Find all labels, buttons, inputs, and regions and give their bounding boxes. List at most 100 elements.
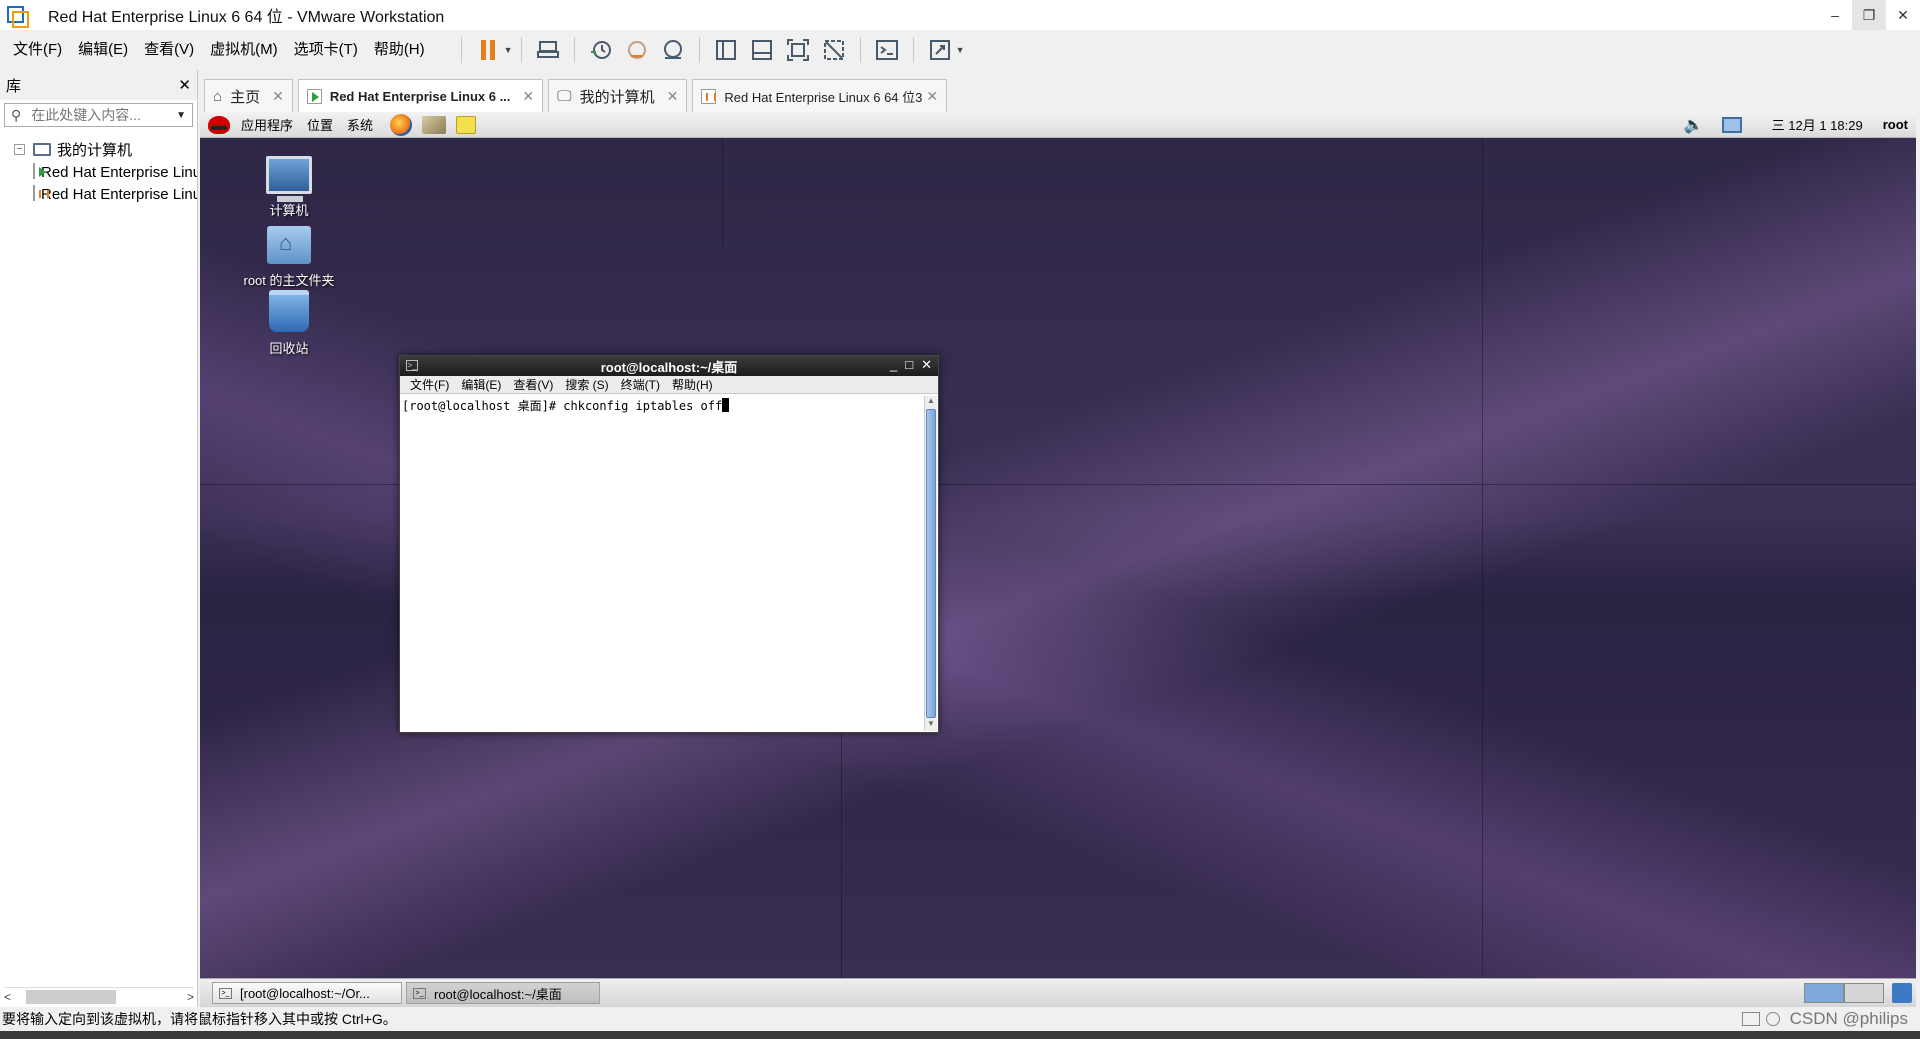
- desktop-icon-label: 计算机: [269, 203, 309, 218]
- tree-item-my-computer[interactable]: − 我的计算机: [0, 138, 197, 160]
- taskbar-window-label: root@localhost:~/桌面: [434, 986, 562, 1002]
- tab-label: 我的计算机: [579, 88, 655, 106]
- vm-paused-icon: [701, 88, 717, 104]
- tab-close-icon[interactable]: ✕: [926, 88, 938, 105]
- terminal-window[interactable]: >_ root@localhost:~/桌面 _ □ ✕ 文件(F) 编辑(E)…: [399, 355, 939, 733]
- terminal-maximize-button[interactable]: □: [905, 357, 913, 373]
- scroll-down-icon[interactable]: ▼: [925, 719, 937, 731]
- send-ctrl-alt-del-button[interactable]: [533, 35, 563, 65]
- close-button[interactable]: ✕: [1886, 0, 1920, 30]
- redhat-logo-icon[interactable]: [208, 115, 230, 134]
- trash-applet-icon[interactable]: [1892, 983, 1912, 1003]
- library-close-icon[interactable]: ✕: [178, 76, 191, 94]
- search-dropdown-icon[interactable]: ▼: [176, 110, 186, 121]
- guest-desktop[interactable]: 计算机 root 的主文件夹 回收站 >_ root@localhost:~/桌…: [200, 138, 1916, 978]
- workspace-switcher[interactable]: [1804, 983, 1884, 1003]
- terminal-menu-bar: 文件(F) 编辑(E) 查看(V) 搜索 (S) 终端(T) 帮助(H): [400, 376, 938, 394]
- library-panel: 库 ✕ ⚲ 在此处键入内容... ▼ − 我的计算机 Red Hat Enter…: [0, 70, 198, 1009]
- library-view-icon: [715, 40, 736, 60]
- stretch-guest-button[interactable]: [925, 35, 955, 65]
- tab-close-icon[interactable]: ✕: [272, 88, 284, 105]
- scroll-right-icon[interactable]: >: [187, 990, 194, 1004]
- tree-item-vm[interactable]: Red Hat Enterprise Linux 6 64 位3: [0, 182, 197, 204]
- stretch-dropdown-icon[interactable]: ▼: [956, 45, 965, 55]
- taskbar-window-button-active[interactable]: >_ root@localhost:~/桌面: [406, 982, 600, 1004]
- menu-tabs[interactable]: 选项卡(T): [286, 30, 366, 70]
- network-icon[interactable]: [1721, 116, 1742, 133]
- watermark: CSDN @philips: [1789, 1009, 1908, 1028]
- terminal-menu-edit[interactable]: 编辑(E): [455, 376, 507, 393]
- restore-button[interactable]: ❐: [1852, 0, 1886, 30]
- tab-rhel6-active[interactable]: Red Hat Enterprise Linux 6 ... ✕: [297, 79, 544, 112]
- send-keys-icon: [536, 41, 559, 58]
- terminal-close-button[interactable]: ✕: [921, 357, 932, 373]
- tree-item-vm[interactable]: Red Hat Enterprise Linux 6 64 位: [0, 160, 197, 182]
- fullscreen-button[interactable]: [783, 35, 813, 65]
- window-title-bar: Red Hat Enterprise Linux 6 64 位 - VMware…: [0, 0, 1920, 30]
- tab-my-computer[interactable]: 🖵 我的计算机 ✕: [548, 79, 688, 112]
- terminal-title-bar[interactable]: >_ root@localhost:~/桌面 _ □ ✕: [400, 356, 938, 376]
- computer-icon: 🖵: [557, 87, 572, 105]
- unity-button[interactable]: [819, 35, 849, 65]
- tab-close-icon[interactable]: ✕: [667, 88, 679, 105]
- workspace-1[interactable]: [1804, 983, 1844, 1003]
- scroll-thumb[interactable]: [26, 989, 116, 1004]
- vm-display[interactable]: 应用程序 位置 系统 🔈 三 12月 1 18:29 root 计算机 root…: [200, 112, 1916, 1007]
- tab-bar: ⌂ 主页 ✕ Red Hat Enterprise Linux 6 ... ✕ …: [204, 78, 952, 112]
- terminal-menu-terminal[interactable]: 终端(T): [615, 376, 666, 393]
- thumbnail-bar-button[interactable]: [747, 35, 777, 65]
- mail-client-icon[interactable]: [422, 115, 447, 134]
- terminal-minimize-button[interactable]: _: [890, 357, 897, 373]
- tab-home[interactable]: ⌂ 主页 ✕: [204, 79, 293, 112]
- terminal-menu-view[interactable]: 查看(V): [507, 376, 559, 393]
- firefox-icon[interactable]: [390, 113, 413, 136]
- guest-menu-system[interactable]: 系统: [340, 115, 380, 134]
- volume-icon[interactable]: 🔈: [1684, 115, 1704, 135]
- guest-user[interactable]: root: [1883, 117, 1908, 132]
- minimize-button[interactable]: –: [1818, 0, 1852, 30]
- hard-disk-icon[interactable]: [1741, 1012, 1760, 1026]
- terminal-icon: >_: [413, 987, 426, 999]
- snapshot-manager-button[interactable]: [658, 35, 688, 65]
- cd-rom-icon[interactable]: [1765, 1012, 1780, 1026]
- pause-button[interactable]: [473, 35, 503, 65]
- tab-close-icon[interactable]: ✕: [522, 88, 534, 105]
- terminal-output[interactable]: [root@localhost 桌面]# chkconfig iptables …: [400, 395, 924, 732]
- workspace-2[interactable]: [1844, 983, 1884, 1003]
- notes-icon[interactable]: [456, 115, 477, 134]
- guest-menu-applications[interactable]: 应用程序: [234, 115, 300, 134]
- menu-view[interactable]: 查看(V): [136, 30, 202, 70]
- take-snapshot-button[interactable]: [586, 35, 616, 65]
- library-search-input[interactable]: ⚲ 在此处键入内容... ▼: [4, 103, 193, 127]
- pause-dropdown-icon[interactable]: ▼: [504, 45, 513, 55]
- wallpaper-seam: [1482, 138, 1483, 978]
- revert-snapshot-button[interactable]: [622, 35, 652, 65]
- show-library-button[interactable]: [711, 35, 741, 65]
- library-horizontal-scrollbar[interactable]: < >: [4, 987, 194, 1005]
- desktop-icon-home[interactable]: root 的主文件夹: [234, 226, 344, 289]
- menu-file[interactable]: 文件(F): [5, 30, 70, 70]
- tab-rhel6-3[interactable]: Red Hat Enterprise Linux 6 64 位3 ✕: [692, 79, 948, 112]
- desktop-icon-computer[interactable]: 计算机: [234, 156, 344, 219]
- window-controls: – ❐ ✕: [1818, 0, 1920, 30]
- scroll-left-icon[interactable]: <: [4, 990, 11, 1004]
- menu-edit[interactable]: 编辑(E): [70, 30, 136, 70]
- terminal-scrollbar[interactable]: ▲ ▼: [924, 396, 937, 731]
- scroll-thumb[interactable]: [926, 409, 936, 718]
- terminal-menu-file[interactable]: 文件(F): [404, 376, 455, 393]
- console-view-button[interactable]: [872, 35, 902, 65]
- search-icon: ⚲: [11, 106, 22, 123]
- terminal-menu-help[interactable]: 帮助(H): [666, 376, 719, 393]
- guest-clock[interactable]: 三 12月 1 18:29: [1772, 115, 1863, 134]
- terminal-menu-search[interactable]: 搜索 (S): [559, 376, 614, 393]
- desktop-icon-trash[interactable]: 回收站: [234, 290, 344, 357]
- toolbar-separator: [573, 37, 575, 63]
- scroll-up-icon[interactable]: ▲: [925, 396, 937, 408]
- collapse-icon[interactable]: −: [14, 143, 25, 155]
- menu-help[interactable]: 帮助(H): [366, 30, 433, 70]
- guest-menu-places[interactable]: 位置: [300, 115, 340, 134]
- taskbar-window-button[interactable]: >_ [root@localhost:~/Or...: [212, 982, 402, 1004]
- fullscreen-icon: [786, 39, 809, 61]
- menu-vm[interactable]: 虚拟机(M): [202, 30, 286, 70]
- thumbnail-view-icon: [751, 40, 772, 60]
